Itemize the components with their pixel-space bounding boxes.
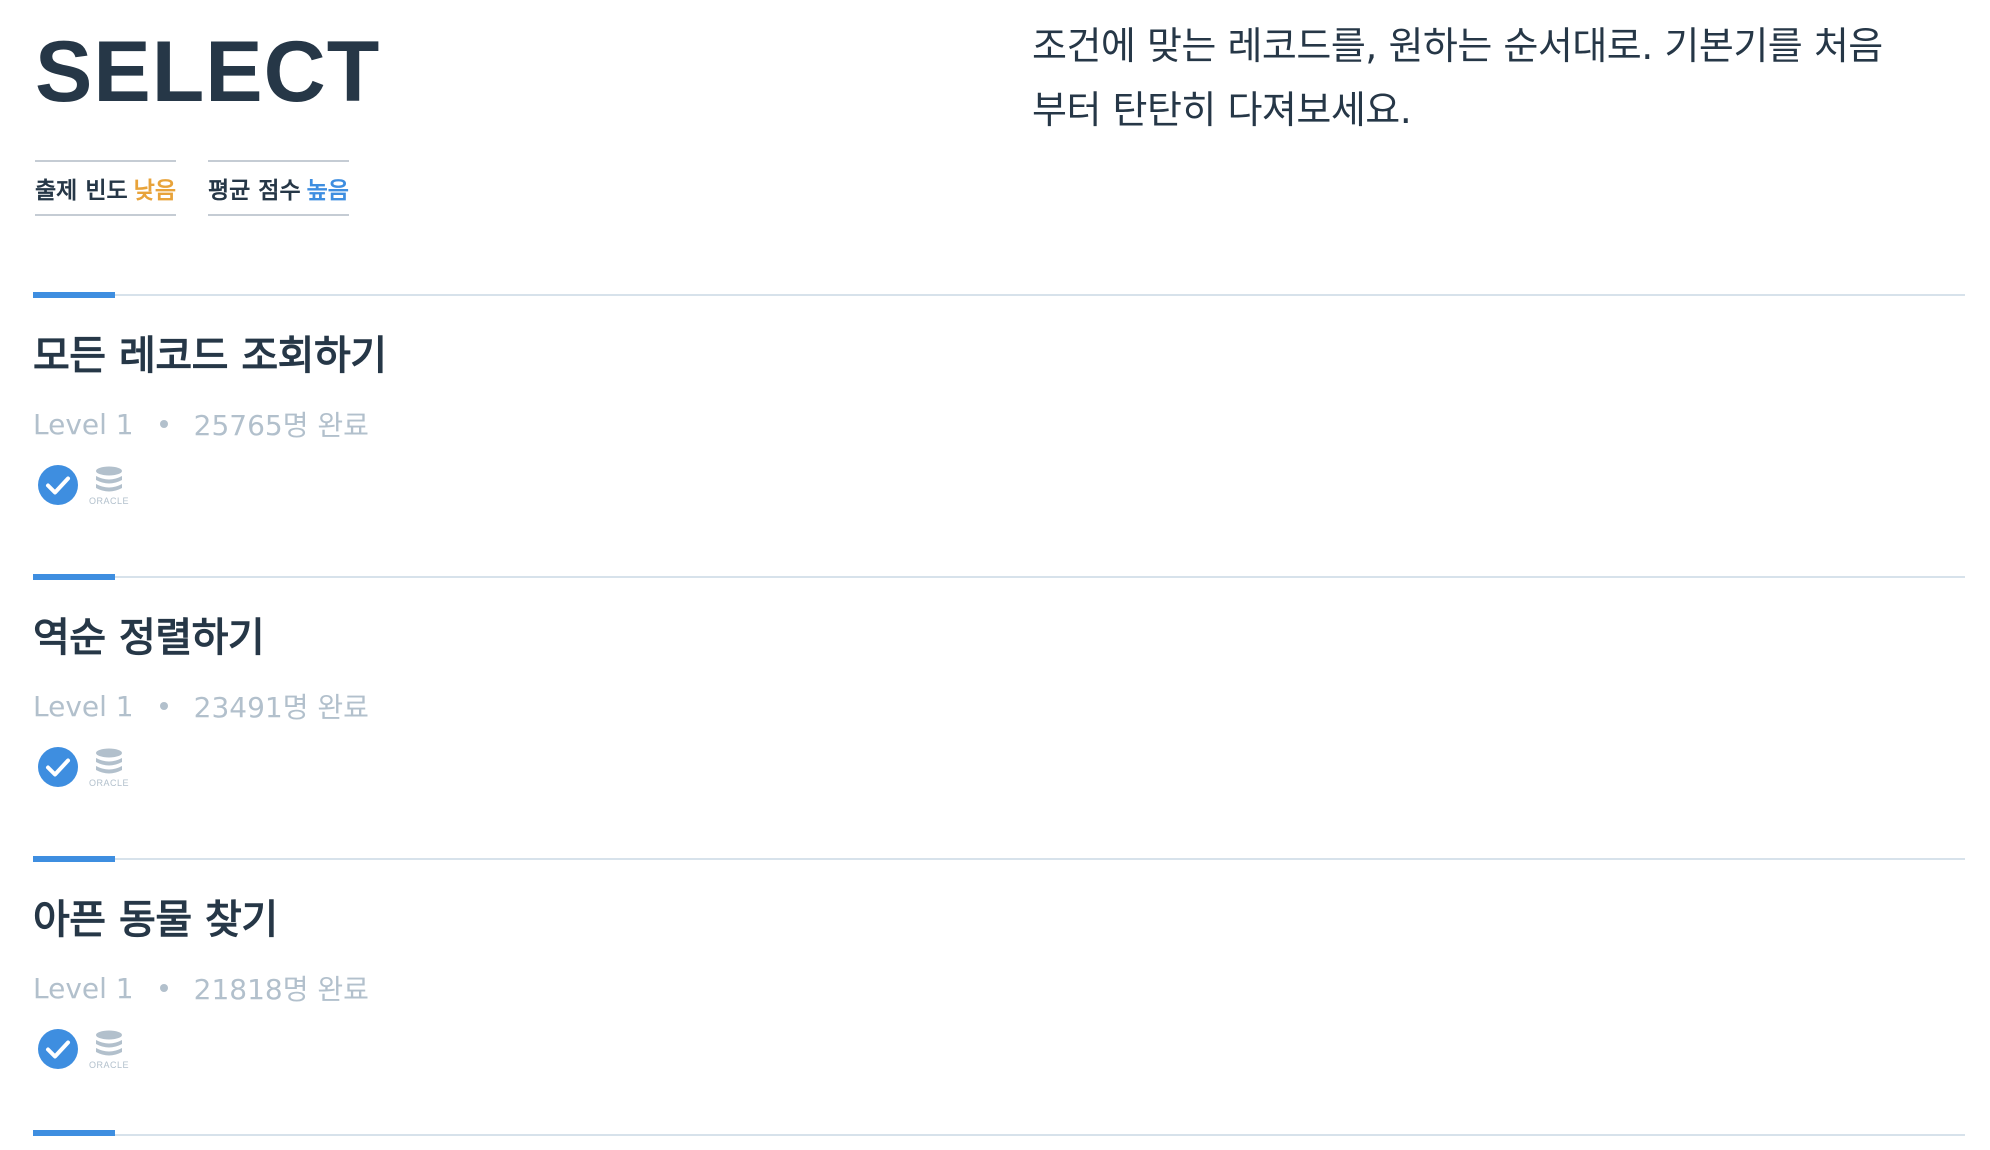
problem-icons: ORACLE bbox=[37, 464, 135, 506]
page-description: 조건에 맞는 레코드를, 원하는 순서대로. 기본기를 처음부터 탄탄히 다져보… bbox=[1032, 24, 1883, 132]
oracle-icon: ORACLE bbox=[83, 465, 135, 506]
problem-item[interactable]: 아픈 동물 찾기 Level 1 21818명 완료 ORACLE bbox=[33, 856, 1965, 1140]
stat-label: 출제 빈도 bbox=[35, 178, 128, 204]
problem-level: Level 1 bbox=[33, 689, 134, 723]
database-icon bbox=[96, 748, 122, 773]
problem-item[interactable]: 모든 레코드 조회하기 Level 1 25765명 완료 ORACLE bbox=[33, 292, 1965, 576]
separator-dot bbox=[159, 420, 168, 428]
check-circle-icon bbox=[38, 1029, 78, 1069]
check-circle-icon bbox=[38, 465, 78, 505]
stat-frequency: 출제 빈도 낮음 bbox=[35, 160, 176, 216]
problem-level: Level 1 bbox=[33, 971, 134, 1005]
stat-value: 낮음 bbox=[133, 178, 176, 204]
separator-dot bbox=[159, 984, 168, 992]
problem-title[interactable]: 모든 레코드 조회하기 bbox=[33, 330, 387, 382]
problem-completed-count: 25765명 완료 bbox=[193, 409, 369, 442]
problem-meta: Level 1 21818명 완료 bbox=[33, 968, 369, 1008]
problem-level: Level 1 bbox=[33, 407, 134, 441]
list-divider bbox=[33, 1130, 1965, 1136]
problem-title[interactable]: 아픈 동물 찾기 bbox=[33, 894, 278, 946]
page: SELECT 조건에 맞는 레코드를, 원하는 순서대로. 기본기를 처음부터 … bbox=[0, 0, 1990, 1150]
problem-title[interactable]: 역순 정렬하기 bbox=[33, 612, 265, 664]
page-title: SELECT bbox=[35, 24, 381, 120]
separator-dot bbox=[159, 702, 168, 710]
oracle-label: ORACLE bbox=[88, 1059, 129, 1070]
check-circle-icon bbox=[38, 747, 78, 787]
problem-list: 모든 레코드 조회하기 Level 1 25765명 완료 ORACLE 역순 … bbox=[33, 292, 1965, 1140]
oracle-icon: ORACLE bbox=[83, 1029, 135, 1070]
problem-item[interactable]: 역순 정렬하기 Level 1 23491명 완료 ORACLE bbox=[33, 574, 1965, 858]
problem-meta: Level 1 25765명 완료 bbox=[33, 404, 369, 444]
oracle-label: ORACLE bbox=[88, 777, 129, 788]
database-icon bbox=[96, 466, 122, 491]
database-icon bbox=[96, 1030, 122, 1055]
stat-pills: 출제 빈도 낮음 평균 점수 높음 bbox=[35, 160, 349, 216]
problem-icons: ORACLE bbox=[37, 1028, 135, 1070]
oracle-icon: ORACLE bbox=[83, 747, 135, 788]
problem-meta: Level 1 23491명 완료 bbox=[33, 686, 369, 726]
problem-completed-count: 21818명 완료 bbox=[193, 973, 369, 1006]
stat-average-score: 평균 점수 높음 bbox=[207, 160, 349, 216]
stat-label: 평균 점수 bbox=[207, 178, 301, 204]
stat-value: 높음 bbox=[306, 178, 349, 204]
oracle-label: ORACLE bbox=[88, 495, 129, 506]
problem-completed-count: 23491명 완료 bbox=[193, 691, 369, 724]
problem-icons: ORACLE bbox=[37, 746, 135, 788]
